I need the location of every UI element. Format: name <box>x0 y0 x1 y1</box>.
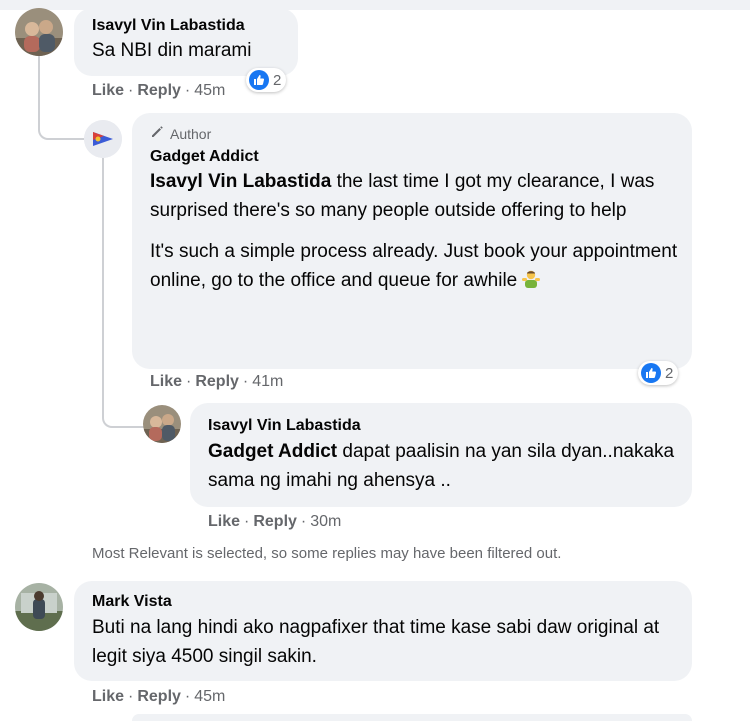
like-button[interactable]: Like <box>208 513 240 530</box>
reaction-number: 2 <box>273 71 282 89</box>
avatar[interactable] <box>15 8 63 56</box>
timestamp[interactable]: 41m <box>252 373 283 390</box>
reply-text-body: It's such a simple process already. Just… <box>150 241 678 291</box>
comment-actions: Like · Reply · 45m <box>92 688 226 705</box>
comment-author[interactable]: Isavyl Vin Labastida <box>92 17 286 35</box>
person-gesturing-emoji <box>521 269 541 298</box>
reply-text: It's such a simple process already. Just… <box>150 237 680 298</box>
avatar[interactable] <box>143 405 181 443</box>
timestamp[interactable]: 45m <box>194 82 225 99</box>
like-button[interactable]: Like <box>92 688 124 705</box>
reply-author[interactable]: Isavyl Vin Labastida <box>208 417 680 435</box>
reply-button[interactable]: Reply <box>195 373 239 390</box>
comment-bubble: Isavyl Vin Labastida Sa NBI din marami <box>74 8 298 76</box>
comment-author[interactable]: Mark Vista <box>92 593 680 611</box>
reply-button[interactable]: Reply <box>137 82 181 99</box>
reply-bubble: Author Gadget Addict Isavyl Vin Labastid… <box>132 113 692 369</box>
reaction-count[interactable]: 2 <box>638 361 679 385</box>
avatar[interactable] <box>84 120 122 158</box>
pencil-icon <box>150 125 164 142</box>
comment-actions: Like · Reply · 45m <box>92 82 226 99</box>
next-reply-bubble <box>132 714 692 721</box>
reply-actions: Like · Reply · 30m <box>208 513 342 530</box>
author-badge-label: Author <box>170 125 212 142</box>
comment-bubble: Mark Vista Buti na lang hindi ako nagpaf… <box>74 581 692 681</box>
reply-text: Gadget Addict dapat paalisin na yan sila… <box>208 437 680 495</box>
reaction-number: 2 <box>665 364 674 382</box>
reply-author[interactable]: Gadget Addict <box>150 148 680 166</box>
avatar[interactable] <box>15 583 63 631</box>
filter-note: Most Relevant is selected, so some repli… <box>92 545 562 562</box>
reaction-count[interactable]: 2 <box>246 68 287 92</box>
reply-bubble: Isavyl Vin Labastida Gadget Addict dapat… <box>190 403 692 507</box>
comment-text: Sa NBI din marami <box>92 40 252 61</box>
reply-text: Isavyl Vin Labastida the last time I got… <box>150 167 680 225</box>
like-icon <box>249 70 269 90</box>
reply-actions: Like · Reply · 41m <box>150 373 284 390</box>
mention-link[interactable]: Gadget Addict <box>208 441 337 462</box>
timestamp[interactable]: 30m <box>310 513 341 530</box>
comment-text: Buti na lang hindi ako nagpafixer that t… <box>92 617 660 667</box>
like-icon <box>641 363 661 383</box>
mention-link[interactable]: Isavyl Vin Labastida <box>150 171 331 192</box>
like-button[interactable]: Like <box>150 373 182 390</box>
author-badge: Author <box>150 125 680 142</box>
like-button[interactable]: Like <box>92 82 124 99</box>
reply-button[interactable]: Reply <box>253 513 297 530</box>
reply-button[interactable]: Reply <box>137 688 181 705</box>
timestamp[interactable]: 45m <box>194 688 225 705</box>
